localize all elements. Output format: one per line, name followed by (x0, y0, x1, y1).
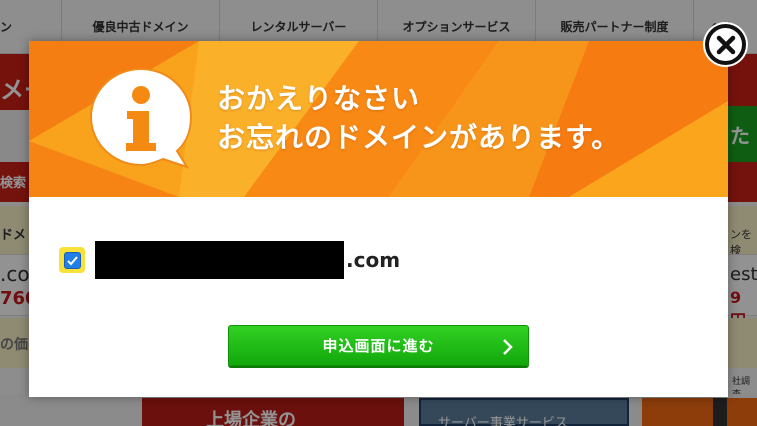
domain-checkbox-highlight[interactable] (59, 247, 85, 273)
domain-list-item: .com (59, 241, 400, 279)
chevron-right-icon (503, 339, 513, 355)
proceed-to-application-button[interactable]: 申込画面に進む (228, 325, 529, 366)
modal-title: おかえりなさい お忘れのドメインがあります。 (217, 79, 620, 157)
domain-suffix: .com (346, 248, 401, 272)
forgotten-domain-modal: おかえりなさい お忘れのドメインがあります。 .com 申込画面に進む (29, 41, 728, 397)
modal-title-line1: おかえりなさい (217, 82, 421, 115)
apply-button-label: 申込画面に進む (322, 337, 435, 355)
close-icon (716, 35, 735, 54)
info-bubble-icon (89, 67, 193, 169)
modal-title-line2: お忘れのドメインがあります。 (217, 121, 621, 154)
close-modal-button[interactable] (705, 24, 746, 65)
domain-checkbox[interactable] (63, 251, 81, 269)
redacted-domain-name (95, 241, 344, 279)
check-icon (66, 255, 78, 265)
modal-header: おかえりなさい お忘れのドメインがあります。 (29, 41, 728, 197)
